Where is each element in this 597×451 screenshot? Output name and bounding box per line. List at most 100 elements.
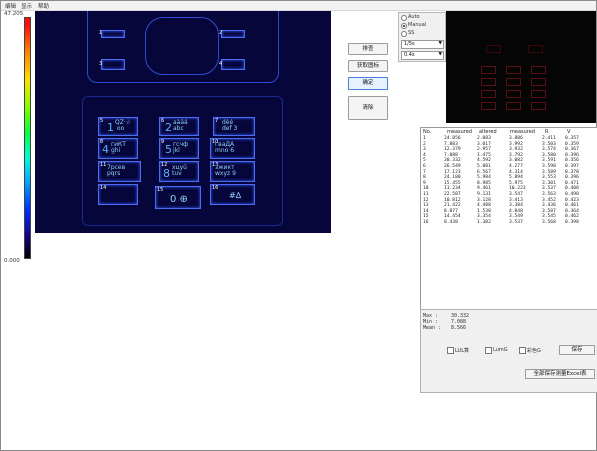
col-header-r: R xyxy=(545,129,549,135)
preview-key xyxy=(506,78,521,86)
gain-select[interactable]: 0.4s ▼ xyxy=(401,51,444,60)
col-header-altered: altered xyxy=(479,129,497,135)
table-cell: 10.812 xyxy=(444,197,461,203)
action-button-3[interactable]: 确定 xyxy=(348,77,388,90)
export-excel-button[interactable]: 全部保存测量Excel表 xyxy=(525,369,595,379)
preview-key xyxy=(531,78,546,86)
table-cell: 2.411 xyxy=(542,136,556,141)
checkbox-color[interactable] xyxy=(519,347,526,354)
table-cell: 3.563 xyxy=(542,192,556,197)
action-button-2[interactable]: 获取图标 xyxy=(348,60,388,72)
action-button-4[interactable]: 清除 xyxy=(348,96,388,120)
preview-key xyxy=(531,66,546,74)
table-cell: 3.574 xyxy=(542,147,556,153)
table-cell: 1.382 xyxy=(477,220,491,225)
table-cell: 3.354 xyxy=(477,214,491,220)
table-cell: 0.378 xyxy=(565,169,579,175)
summary-mean-value: 8.566 xyxy=(451,325,467,331)
table-cell: 1 xyxy=(423,136,426,141)
table-cell: 2.957 xyxy=(477,147,491,153)
table-cell: 4.314 xyxy=(509,169,523,175)
table-cell: 4.488 xyxy=(477,203,491,209)
col-header-measured: measured xyxy=(447,129,472,135)
top-key-2: 2 xyxy=(219,30,245,38)
table-cell: 11 xyxy=(423,192,429,197)
table-cell: 3.082 xyxy=(509,158,523,164)
table-cell: 4.277 xyxy=(509,164,523,169)
keypad-key-9: 95 гсчф jkl xyxy=(159,138,199,159)
checkbox-lul-label: LUL算 xyxy=(455,348,469,354)
table-cell: 26.549 xyxy=(444,164,461,169)
table-cell: 0.397 xyxy=(565,164,579,169)
table-cell: 17.123 xyxy=(444,169,461,175)
shutter-select[interactable]: 1/5s ▼ xyxy=(401,40,444,49)
radio-ss[interactable] xyxy=(401,31,407,37)
table-cell: 0.408 xyxy=(565,186,579,192)
table-cell: 3.992 xyxy=(509,141,523,147)
scale-max-label: 47.205 xyxy=(4,11,24,17)
table-cell: 7.883 xyxy=(444,141,458,147)
keypad-key-10: 10 гваДА mno 6 xyxy=(210,138,255,159)
table-cell: 3.436 xyxy=(542,203,556,209)
keypad-key-14: 14 xyxy=(98,184,138,205)
table-cell: 15 xyxy=(423,214,429,220)
chevron-down-icon: ▼ xyxy=(438,52,442,57)
checkbox-lumg[interactable] xyxy=(485,347,492,354)
table-cell: 21.422 xyxy=(444,203,461,209)
table-cell: 3.537 xyxy=(509,220,523,225)
table-cell: 12 xyxy=(423,197,429,203)
col-header-v: V xyxy=(567,129,571,135)
menu-bar: 编辑 显示 帮助 xyxy=(1,1,596,11)
menu-view[interactable]: 显示 xyxy=(21,2,32,10)
preview-key xyxy=(481,102,496,110)
table-cell: 5.081 xyxy=(477,164,491,169)
action-button-1[interactable]: 排查 xyxy=(348,43,388,55)
preview-key xyxy=(486,45,501,53)
checkbox-lul[interactable] xyxy=(447,347,454,354)
table-cell: 3.017 xyxy=(477,141,491,147)
table-cell: 3.568 xyxy=(542,220,556,225)
table-cell: 0.356 xyxy=(565,158,579,164)
keypad-key-7: 7 dèé def 3 xyxy=(213,117,255,136)
table-cell: 3.589 xyxy=(542,169,556,175)
radio-auto[interactable] xyxy=(401,15,407,21)
table-cell: 5.894 xyxy=(509,175,523,181)
radio-manual-label: Manual xyxy=(408,22,427,28)
table-cell: 8.438 xyxy=(444,220,458,225)
menu-help[interactable]: 帮助 xyxy=(38,2,49,10)
table-cell: 3.545 xyxy=(542,214,556,220)
keypad-key-6: 62 aàäá abc xyxy=(159,117,199,136)
table-cell: 6 xyxy=(423,164,426,169)
table-cell: 5.984 xyxy=(477,175,491,181)
table-cell: 3.128 xyxy=(477,197,491,203)
table-cell: 24.180 xyxy=(444,175,461,181)
menu-edit[interactable]: 编辑 xyxy=(5,2,16,10)
table-cell: 0.462 xyxy=(565,214,579,220)
preview-key xyxy=(481,90,496,98)
table-cell: 6.567 xyxy=(477,169,491,175)
checkbox-color-label: 彩色G xyxy=(527,348,541,354)
keypad-key-16: 16 #∆ xyxy=(210,184,255,205)
preview-key xyxy=(506,102,521,110)
preview-key xyxy=(528,45,543,53)
radio-manual[interactable] xyxy=(401,23,407,29)
table-cell: 7 xyxy=(423,169,426,175)
measurement-table[interactable]: No. measured altered measured R V 1 24.85… xyxy=(420,127,597,311)
keypad-key-13: 13 зжикт wxyz 9 xyxy=(210,161,255,182)
table-cell: 22.587 xyxy=(444,192,461,197)
table-cell: 14.454 xyxy=(444,214,461,220)
luminance-image[interactable]: 1 2 3 4 51 QZ·☆ oo 62 aàäá abc 7 dèé def… xyxy=(35,11,331,233)
table-cell: 3.886 xyxy=(509,136,523,141)
table-cell: 13 xyxy=(423,203,429,209)
table-cell: 8 xyxy=(423,175,426,181)
table-cell: 2.083 xyxy=(477,136,491,141)
exposure-options-panel: Auto Manual SS 1/5s ▼ 0.4s ▼ xyxy=(398,12,446,62)
col-header-no: No. xyxy=(423,129,432,135)
table-cell: 0.357 xyxy=(565,136,579,141)
table-cell: 11.234 xyxy=(444,186,461,192)
table-cell: 3.537 xyxy=(542,186,556,192)
table-cell: 2 xyxy=(423,141,426,147)
chevron-down-icon: ▼ xyxy=(438,41,442,46)
save-button[interactable]: 保存 xyxy=(559,345,595,355)
table-cell: 3.547 xyxy=(509,192,523,197)
